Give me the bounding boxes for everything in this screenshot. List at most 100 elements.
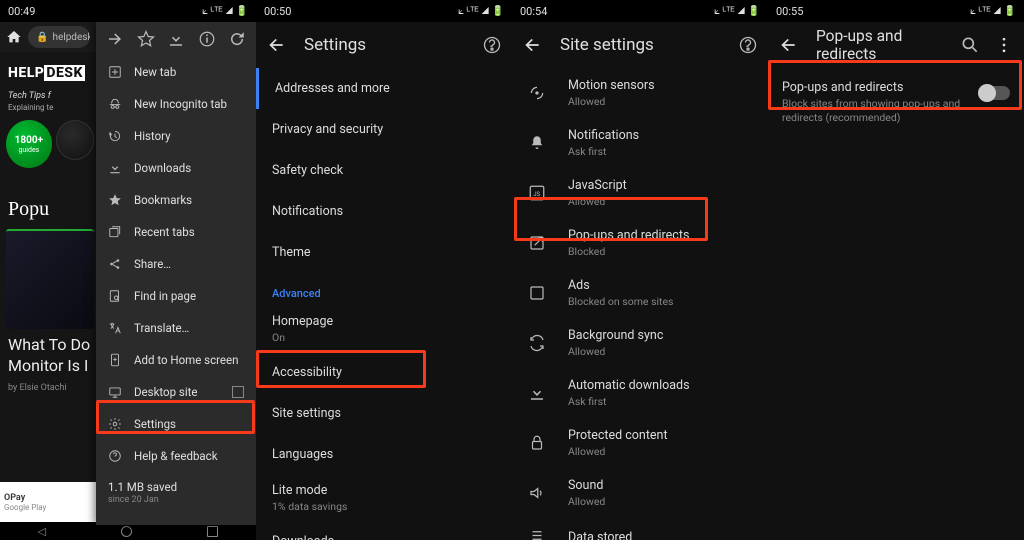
menu-item-translate-[interactable]: Translate…	[96, 312, 256, 344]
site-setting-notifications[interactable]: NotificationsAsk first	[512, 118, 768, 168]
article-thumb[interactable]	[6, 229, 94, 329]
back-nav[interactable]: ◁	[38, 525, 46, 538]
menu-item-settings[interactable]: Settings	[96, 408, 256, 440]
menu-top-row	[96, 22, 256, 56]
site-setting-javascript[interactable]: JS JavaScript Allowed	[512, 168, 768, 218]
back-arrow-icon[interactable]	[522, 35, 542, 55]
settings-item-theme[interactable]: Theme	[256, 232, 512, 273]
item-label: JavaScript	[568, 178, 627, 193]
item-label: Ads	[568, 278, 673, 293]
motion-icon	[528, 84, 546, 102]
home-icon[interactable]	[6, 29, 22, 45]
settings-item-lite-mode[interactable]: Lite mode1% data savings	[256, 475, 512, 521]
add-home-icon	[108, 353, 122, 367]
settings-item-site-settings[interactable]: Site settings	[256, 393, 512, 434]
sound-icon	[528, 484, 546, 502]
plus-box-icon	[108, 65, 122, 79]
site-setting-sound[interactable]: SoundAllowed	[512, 468, 768, 518]
menu-item-history[interactable]: History	[96, 120, 256, 152]
ad-brand: OPay Google Play	[4, 493, 46, 512]
site-setting-background-sync[interactable]: Background syncAllowed	[512, 318, 768, 368]
site-setting-ads[interactable]: AdsBlocked on some sites	[512, 268, 768, 318]
item-label: Theme	[272, 245, 496, 260]
lock-icon	[528, 434, 546, 452]
article-title[interactable]: What To Do Monitor Is I	[0, 329, 100, 383]
settings-item-addresses-and-more[interactable]: Addresses and more	[256, 68, 512, 109]
site-logo: HELPDESK	[0, 55, 100, 91]
menu-item-downloads[interactable]: Downloads	[96, 152, 256, 184]
item-sub: Allowed	[568, 445, 668, 458]
menu-item-find-in-page[interactable]: Find in page	[96, 280, 256, 312]
history-icon	[108, 129, 122, 143]
checkbox[interactable]	[232, 386, 244, 398]
item-label: Homepage	[272, 314, 496, 329]
item-label: Data stored	[568, 530, 632, 540]
menu-item-share-[interactable]: Share…	[96, 248, 256, 280]
url-bar[interactable]: 🔒 helpdesk	[28, 26, 90, 48]
item-sub: Allowed	[568, 195, 627, 208]
item-sub: Blocked	[568, 245, 689, 258]
item-label: Motion sensors	[568, 78, 655, 93]
clock: 00:49	[8, 5, 35, 18]
menu-item-new-incognito-tab[interactable]: New Incognito tab	[96, 88, 256, 120]
menu-item-help-feedback[interactable]: Help & feedback	[96, 440, 256, 472]
status-icons: ⟀ ᴸᵀᴱ ◢ 🔋	[970, 6, 1016, 17]
menu-item-bookmarks[interactable]: Bookmarks	[96, 184, 256, 216]
item-sub: Ask first	[568, 395, 690, 408]
settings-item-homepage[interactable]: HomepageOn	[256, 306, 512, 352]
item-sub: Allowed	[568, 345, 663, 358]
recent-nav[interactable]	[207, 526, 218, 537]
site-setting-motion-sensors[interactable]: Motion sensorsAllowed	[512, 68, 768, 118]
arrow-forward-icon[interactable]	[106, 30, 124, 48]
menu-item-recent-tabs[interactable]: Recent tabs	[96, 216, 256, 248]
help-icon	[108, 449, 122, 463]
tagline: Tech Tips f	[0, 91, 100, 101]
menu-sub: since 20 Jan	[108, 495, 244, 506]
item-label: Sound	[568, 478, 605, 493]
menu-label: Desktop site	[134, 385, 198, 399]
incognito-icon	[108, 97, 122, 111]
back-arrow-icon[interactable]	[266, 35, 286, 55]
menu-item-1-1-mb-saved[interactable]: 1.1 MB savedsince 20 Jan	[96, 472, 256, 515]
help-icon[interactable]	[738, 35, 758, 55]
toggle-switch[interactable]	[980, 86, 1010, 100]
settings-list: Addresses and morePrivacy and securitySa…	[256, 68, 512, 540]
status-icons: ⟀ ᴸᵀᴱ ◢ 🔋	[714, 6, 760, 17]
settings-item-notifications[interactable]: Notifications	[256, 191, 512, 232]
settings-item-safety-check[interactable]: Safety check	[256, 150, 512, 191]
back-arrow-icon[interactable]	[778, 35, 798, 55]
star-icon[interactable]	[137, 30, 155, 48]
search-icon[interactable]	[960, 35, 980, 55]
item-label: Accessibility	[272, 365, 496, 380]
popups-toggle-row[interactable]: Pop-ups and redirects Block sites from s…	[768, 68, 1024, 136]
article-author: by Elsie Otachi	[0, 383, 100, 393]
site-settings-list: Motion sensorsAllowedNotificationsAsk fi…	[512, 68, 768, 540]
site-setting-pop-ups-and-redirects[interactable]: Pop-ups and redirectsBlocked	[512, 218, 768, 268]
menu-label: Share…	[134, 257, 171, 271]
site-setting-data-stored[interactable]: Data stored	[512, 518, 768, 540]
js-icon: JS	[528, 184, 546, 202]
data-icon	[528, 528, 546, 540]
menu-label: Translate…	[134, 321, 189, 335]
settings-item-languages[interactable]: Languages	[256, 434, 512, 475]
menu-item-desktop-site[interactable]: Desktop site	[96, 376, 256, 408]
app-bar: Site settings	[512, 22, 768, 68]
guides-badge: 1800+guides	[6, 120, 52, 168]
site-setting-automatic-downloads[interactable]: Automatic downloadsAsk first	[512, 368, 768, 418]
ads-icon	[528, 284, 546, 302]
menu-item-add-to-home-screen[interactable]: Add to Home screen	[96, 344, 256, 376]
settings-item-privacy-and-security[interactable]: Privacy and security	[256, 109, 512, 150]
help-icon[interactable]	[482, 35, 502, 55]
refresh-icon[interactable]	[228, 30, 246, 48]
item-label: Lite mode	[272, 483, 496, 498]
menu-item-new-tab[interactable]: New tab	[96, 56, 256, 88]
panel-site-settings: 00:54 ⟀ ᴸᵀᴱ ◢ 🔋 Site settings Motion sen…	[512, 0, 768, 540]
settings-item-accessibility[interactable]: Accessibility	[256, 352, 512, 393]
download-icon[interactable]	[167, 30, 185, 48]
site-setting-protected-content[interactable]: Protected contentAllowed	[512, 418, 768, 468]
overflow-icon[interactable]	[994, 35, 1014, 55]
info-icon[interactable]	[198, 30, 216, 48]
home-nav[interactable]	[121, 526, 132, 537]
item-label: Languages	[272, 447, 496, 462]
settings-item-downloads[interactable]: Downloads	[256, 521, 512, 540]
